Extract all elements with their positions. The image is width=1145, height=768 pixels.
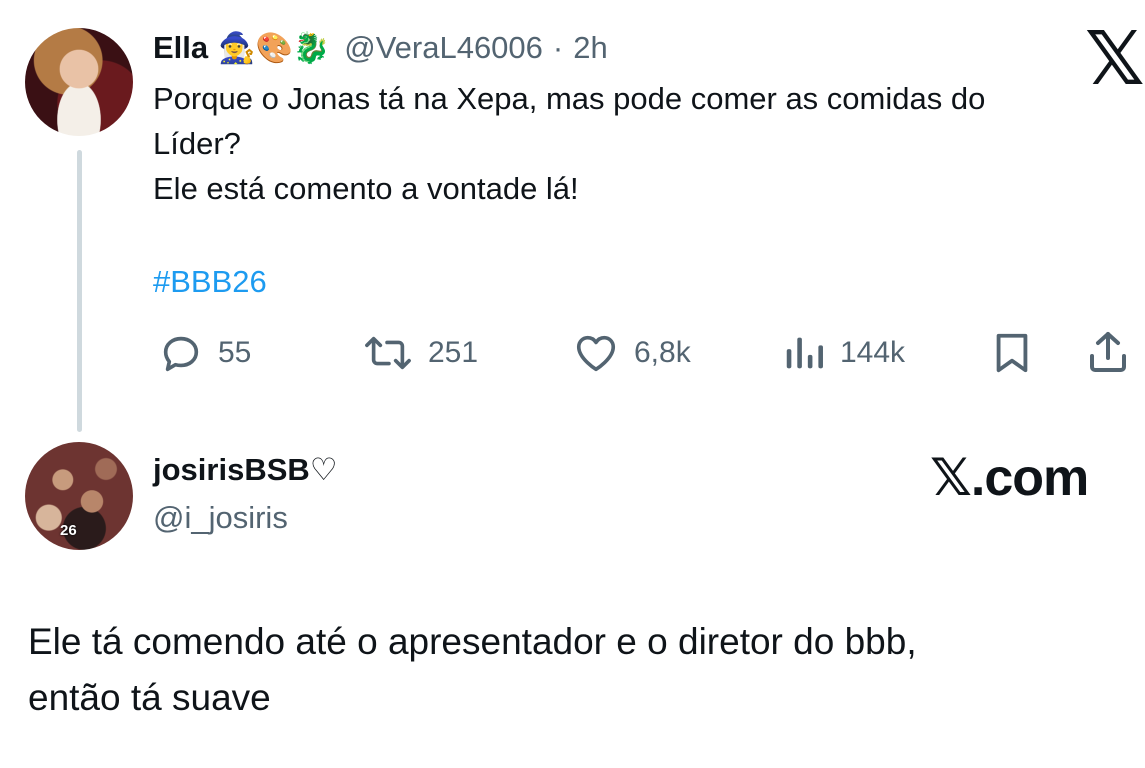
- reply-text-line: então tá suave: [28, 677, 271, 718]
- brand-domain: .com: [970, 449, 1089, 507]
- tweet-text-line: Líder?: [153, 126, 241, 161]
- hashtag-link[interactable]: #BBB26: [153, 264, 267, 300]
- reply-author-avatar[interactable]: 26: [25, 442, 133, 550]
- share-button[interactable]: [1083, 328, 1133, 381]
- tweet-text-line: Ele está comento a vontade lá!: [153, 171, 579, 206]
- bookmark-button[interactable]: [990, 330, 1034, 381]
- x-com-brand: 𝕏.com: [930, 448, 1089, 508]
- author-avatar[interactable]: [25, 28, 133, 136]
- reply-count: 55: [218, 336, 252, 369]
- views-icon: [782, 330, 826, 376]
- separator-dot: ·: [552, 30, 564, 65]
- like-icon: [572, 330, 620, 376]
- author-emojis: 🧙‍♀️🎨🐉: [218, 31, 331, 65]
- reply-author-name[interactable]: josirisBSB: [153, 452, 310, 487]
- reply-body: Ele tá comendo até o apresentador e o di…: [28, 614, 917, 726]
- bookmark-icon: [990, 333, 1034, 380]
- retweet-count: 251: [428, 336, 479, 369]
- reply-icon: [158, 330, 204, 376]
- tweet-time[interactable]: 2h: [573, 30, 607, 66]
- views-count: 144k: [840, 336, 906, 369]
- reply-author-handle[interactable]: @i_josiris: [153, 500, 288, 536]
- thread-line: [77, 150, 82, 432]
- views-button[interactable]: 144k: [782, 330, 905, 376]
- author-name[interactable]: Ella: [153, 30, 208, 66]
- tweet-header: Ella 🧙‍♀️🎨🐉 @VeraL46006 · 2h: [153, 28, 608, 68]
- like-count: 6,8k: [634, 336, 691, 369]
- reply-text-line: Ele tá comendo até o apresentador e o di…: [28, 621, 917, 662]
- retweet-button[interactable]: 251: [362, 330, 478, 376]
- share-icon: [1083, 332, 1133, 380]
- reply-header: josirisBSB♡: [153, 452, 338, 488]
- heart-symbol: ♡: [309, 452, 338, 487]
- reply-button[interactable]: 55: [158, 330, 251, 376]
- author-handle[interactable]: @VeraL46006: [344, 30, 543, 66]
- avatar-badge: 26: [60, 522, 77, 539]
- retweet-icon: [362, 330, 414, 376]
- tweet-body: Porque o Jonas tá na Xepa, mas pode come…: [153, 76, 1143, 211]
- like-button[interactable]: 6,8k: [572, 330, 691, 376]
- tweet-text-line: Porque o Jonas tá na Xepa, mas pode come…: [153, 81, 986, 116]
- x-brand-logo-icon: 𝕏: [930, 449, 972, 507]
